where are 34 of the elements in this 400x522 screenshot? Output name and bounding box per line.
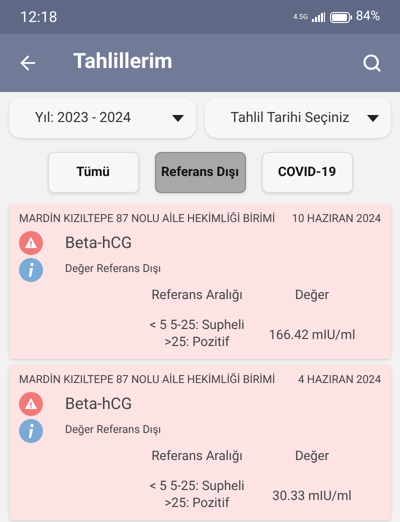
institution-name: MARDİN KIZILTEPE 87 NOLU AİLE HEKİMLİĞİ BİRİMİ [19, 372, 276, 388]
warning-icon [19, 230, 43, 254]
result-card[interactable]: MARDİN KIZILTEPE 87 NOLU AİLE HEKİMLİĞİ BİRİMİ 10 HAZIRAN 2024 Beta-hCG Değer Referans Dışı Referans Aralığı < 5 5-25: Supheli >25: Pozitif Değer 166.42 mIU/ml [9, 204, 391, 359]
result-card[interactable]: MARDİN KIZILTEPE 87 NOLU AİLE HEKİMLİĞİ BİRİMİ 4 HAZIRAN 2024 Beta-hCG Değer Referans Dışı Referans Aralığı < 5 5-25: Supheli >25: Pozitif Değer 30.33 mIU/ml [9, 365, 391, 520]
test-name: Beta-hCG [65, 232, 132, 254]
status-time: 12:18 [20, 6, 58, 28]
warning-icon [19, 392, 43, 416]
filter-tab[interactable]: Referans Dışı [154, 152, 246, 193]
filter-tab[interactable]: COVID-19 [262, 152, 352, 193]
battery-percent: 84% [356, 8, 380, 26]
column-header: Değer [294, 448, 330, 466]
column-header: Referans Aralığı [151, 286, 243, 304]
column-header: Referans Aralığı [151, 448, 243, 466]
page-title: Tahlillerim [73, 49, 174, 76]
filter-tab[interactable]: Tümü [48, 152, 138, 193]
result-date: 4 HAZIRAN 2024 [298, 372, 381, 388]
test-name: Beta-hCG [65, 392, 132, 414]
battery-icon [330, 12, 352, 22]
info-icon [19, 258, 43, 282]
filter-dropdown[interactable]: Tahlil Tarihi Seçiniz [204, 98, 391, 138]
reference-range: < 5 5-25: Supheli >25: Pozitif [150, 317, 244, 351]
result-date: 10 HAZIRAN 2024 [292, 211, 381, 227]
institution-name: MARDİN KIZILTEPE 87 NOLU AİLE HEKİMLİĞİ BİRİMİ [19, 211, 276, 227]
reference-range: < 5 5-25: Supheli >25: Pozitif [150, 478, 244, 512]
caret-icon [172, 114, 184, 122]
result-value: 166.42 mIU/ml [268, 327, 356, 345]
filter-dropdown[interactable]: Yıl: 2023 - 2024 [9, 98, 196, 138]
status-text: Değer Referans Dışı [65, 422, 161, 438]
status-text: Değer Referans Dışı [65, 261, 161, 278]
result-value: 30.33 mIU/ml [272, 488, 352, 506]
caret-icon [367, 114, 379, 122]
signal-icon [312, 12, 326, 22]
column-header: Değer [294, 286, 330, 304]
info-icon [19, 418, 43, 442]
